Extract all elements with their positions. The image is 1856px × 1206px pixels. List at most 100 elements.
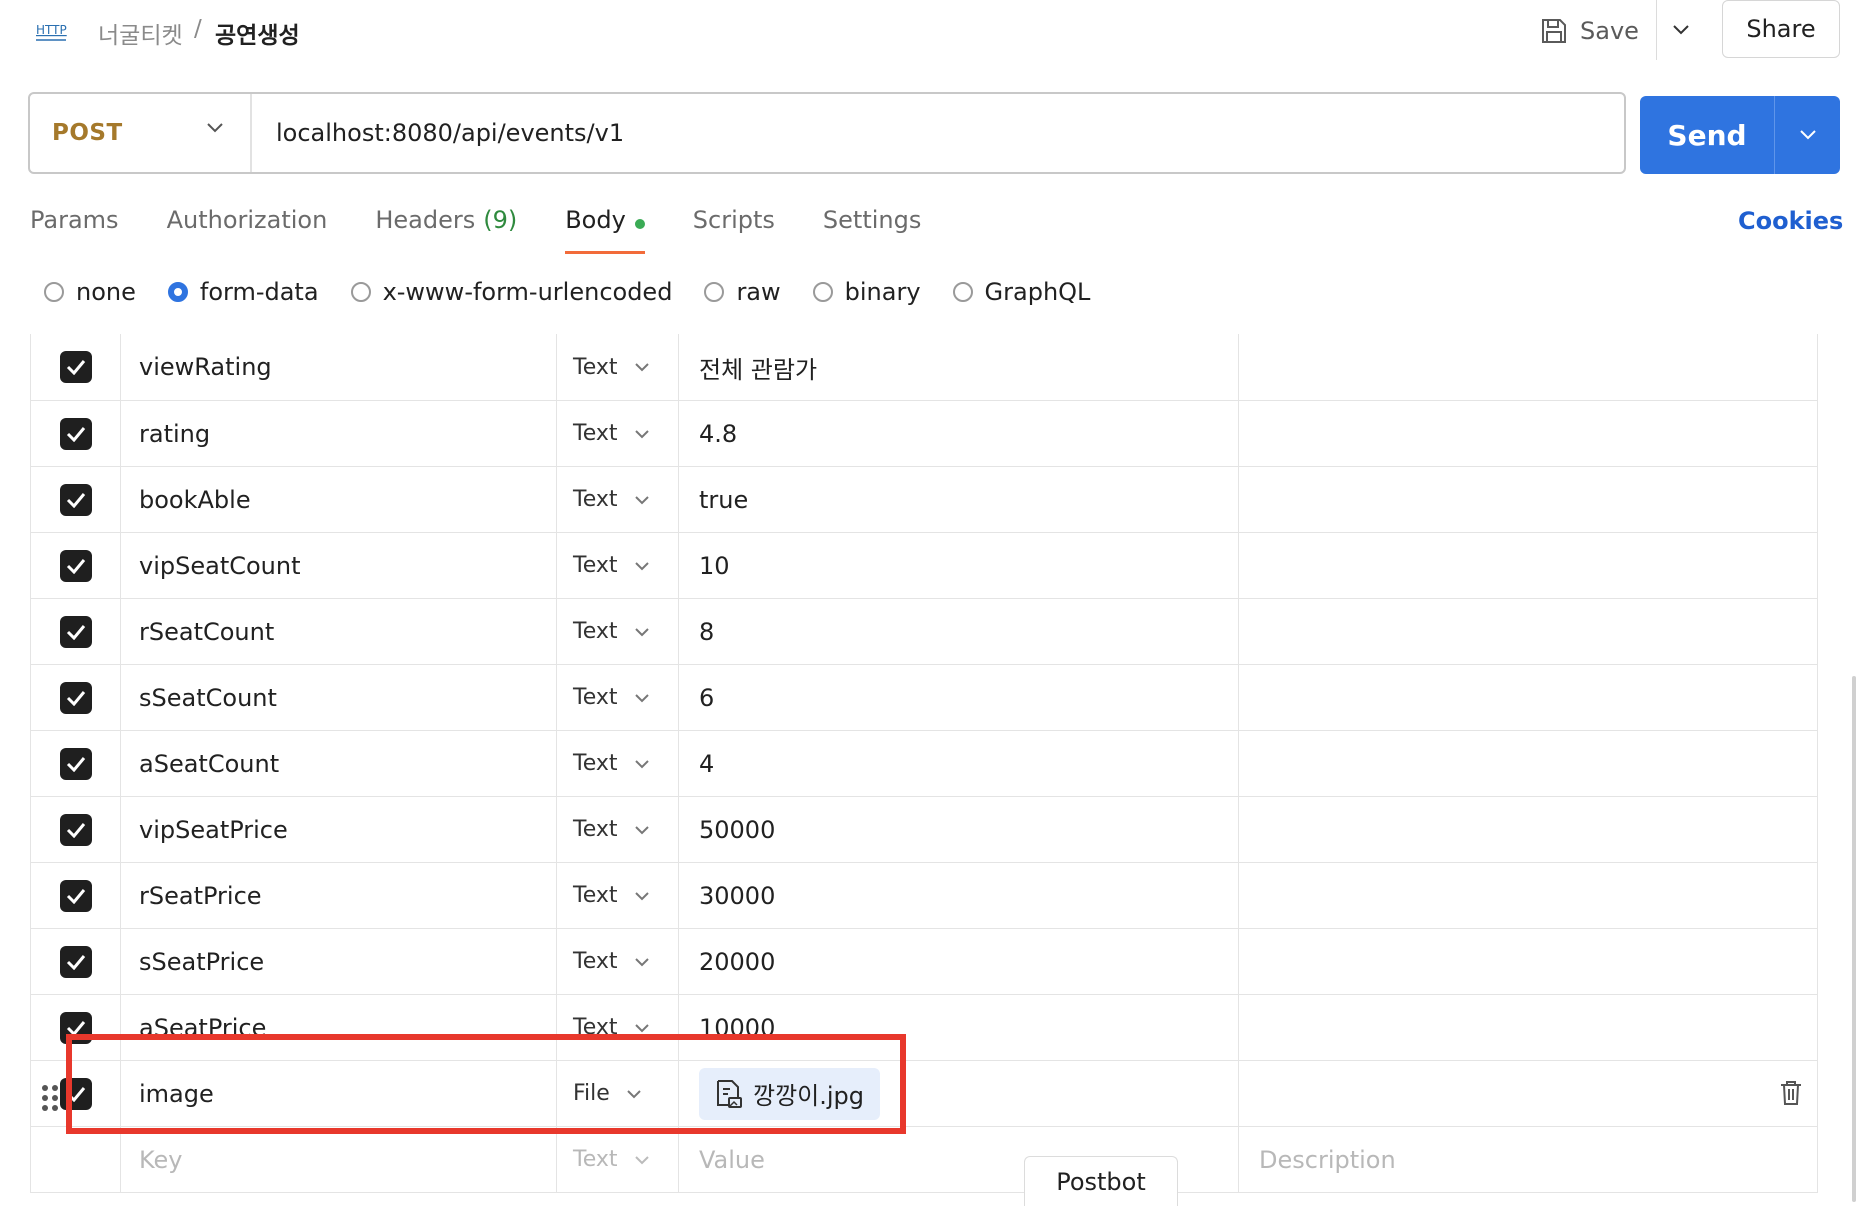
row-checkbox[interactable] [59,1077,92,1110]
key-cell[interactable]: viewRating [121,334,557,400]
row-checkbox[interactable] [59,1011,92,1044]
value-cell[interactable]: 30000 [679,863,1239,928]
breadcrumb-collection[interactable]: 너굴티켓 [98,16,183,50]
drag-handle-icon[interactable] [41,1083,59,1119]
value-cell[interactable]: 6 [679,665,1239,730]
checkmark-icon [66,360,85,375]
url-input[interactable] [252,93,1624,173]
type-select[interactable]: Text [557,334,679,400]
send-button[interactable]: Send [1640,96,1774,174]
radio-raw[interactable]: raw [704,278,781,306]
description-cell[interactable] [1239,797,1817,862]
description-cell[interactable] [1239,929,1817,994]
row-checkbox[interactable] [59,747,92,780]
save-button[interactable]: Save [1540,10,1639,52]
value-cell[interactable]: 50000 [679,797,1239,862]
type-select[interactable]: Text [557,995,679,1060]
description-cell[interactable] [1239,599,1817,664]
tab-label: Settings [822,206,922,234]
key-cell[interactable]: rSeatCount [121,599,557,664]
radio-form-data[interactable]: form-data [167,278,319,306]
row-checkbox[interactable] [59,549,92,582]
description-cell[interactable] [1239,863,1817,928]
method-select[interactable]: POST [30,94,252,172]
type-select[interactable]: Text [557,467,679,532]
key-cell[interactable]: vipSeatPrice [121,797,557,862]
value-cell[interactable]: 8 [679,599,1239,664]
key-cell[interactable]: vipSeatCount [121,533,557,598]
type-label: Text [573,751,618,776]
description-cell[interactable] [1239,665,1817,730]
row-checkbox[interactable] [59,681,92,714]
description-cell[interactable] [1239,401,1817,466]
key-placeholder[interactable]: Key [121,1127,557,1192]
row-checkbox[interactable] [59,417,92,450]
row-checkbox[interactable] [59,615,92,648]
description-cell[interactable] [1239,995,1817,1060]
type-select[interactable]: Text [557,1127,679,1192]
key-cell[interactable]: aSeatPrice [121,995,557,1060]
value-cell[interactable]: 4.8 [679,401,1239,466]
type-select[interactable]: Text [557,665,679,730]
row-checkbox[interactable] [59,483,92,516]
tab-params[interactable]: Params [30,206,119,254]
chevron-down-icon [634,825,649,834]
send-options-button[interactable] [1774,96,1840,174]
scrollbar[interactable] [1852,676,1856,1202]
radio-binary[interactable]: binary [812,278,921,306]
tab-headers[interactable]: Headers (9) [375,206,517,254]
key-cell[interactable]: image [121,1061,557,1126]
key-cell[interactable]: sSeatCount [121,665,557,730]
postbot-button[interactable]: Postbot [1024,1156,1178,1206]
key-cell[interactable]: rSeatPrice [121,863,557,928]
value-cell[interactable]: true [679,467,1239,532]
value-cell[interactable]: 전체 관람가 [679,334,1239,400]
type-select[interactable]: Text [557,863,679,928]
row-checkbox[interactable] [59,351,92,383]
tab-scripts[interactable]: Scripts [693,206,775,254]
chevron-down-icon [207,123,223,133]
description-cell[interactable] [1239,533,1817,598]
trash-icon[interactable] [1779,1079,1803,1113]
request-name[interactable]: 공연생성 [215,16,300,50]
row-checkbox[interactable] [59,945,92,978]
description-cell[interactable] [1239,731,1817,796]
cookies-link[interactable]: Cookies [1738,207,1843,235]
save-options-button[interactable] [1656,0,1705,60]
type-select[interactable]: Text [557,731,679,796]
tab-body[interactable]: Body [565,206,645,254]
type-label: Text [573,883,618,908]
tab-authorization[interactable]: Authorization [167,206,328,254]
radio-circle [167,282,188,302]
type-select[interactable]: Text [557,401,679,466]
value-cell[interactable]: 10 [679,533,1239,598]
type-select[interactable]: Text [557,929,679,994]
row-checkbox[interactable] [59,879,92,912]
type-select[interactable]: Text [557,599,679,664]
key-cell[interactable]: rating [121,401,557,466]
table-row: viewRating Text 전체 관람가 [31,334,1817,400]
value-cell[interactable]: 20000 [679,929,1239,994]
value-cell[interactable]: 10000 [679,995,1239,1060]
row-checkbox-cell [31,533,121,598]
chevron-down-icon [634,495,649,504]
radio-graphql[interactable]: GraphQL [952,278,1090,306]
type-select[interactable]: Text [557,797,679,862]
description-cell[interactable] [1239,467,1817,532]
radio-none[interactable]: none [44,278,136,306]
tab-settings[interactable]: Settings [823,206,921,254]
key-cell[interactable]: sSeatPrice [121,929,557,994]
description-placeholder[interactable]: Description [1239,1127,1817,1192]
description-cell[interactable] [1239,334,1817,400]
key-cell[interactable]: bookAble [121,467,557,532]
row-checkbox[interactable] [59,813,92,846]
value-cell[interactable]: 4 [679,731,1239,796]
radio-x-www-form-urlencoded[interactable]: x-www-form-urlencoded [350,278,672,306]
chevron-down-icon [634,891,649,900]
type-select[interactable]: File [557,1061,679,1126]
file-chip[interactable]: 깡깡이.jpg [699,1067,881,1120]
share-button[interactable]: Share [1722,0,1840,58]
description-cell[interactable] [1239,1061,1817,1126]
key-cell[interactable]: aSeatCount [121,731,557,796]
type-select[interactable]: Text [557,533,679,598]
